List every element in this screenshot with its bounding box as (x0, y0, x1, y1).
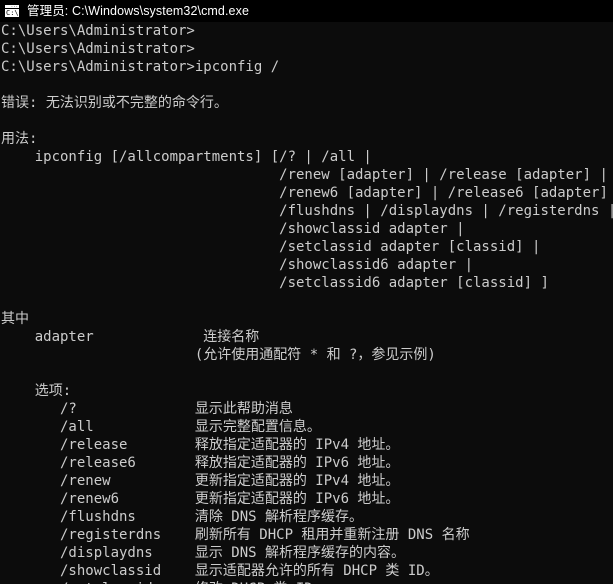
console-line: C:\Users\Administrator>ipconfig / (1, 59, 280, 75)
console-line: /all 显示完整配置信息。 (1, 419, 321, 435)
console-line: ipconfig [/allcompartments] [/? | /all | (1, 149, 372, 165)
console-line: 错误: 无法识别或不完整的命令行。 (1, 95, 228, 111)
console-line: /flushdns | /displaydns | /registerdns | (1, 203, 613, 219)
console-line: /renew [adapter] | /release [adapter] | (1, 167, 608, 183)
window-title: 管理员: C:\Windows\system32\cmd.exe (27, 4, 250, 18)
console-line: /setclassid6 adapter [classid] ] (1, 275, 549, 291)
console-line: /showclassid6 adapter | (1, 257, 474, 273)
console-line: 选项: (1, 383, 72, 399)
console-line: /showclassid adapter | (1, 221, 465, 237)
console-line: /flushdns 清除 DNS 解析程序缓存。 (1, 509, 364, 525)
console-line: C:\Users\Administrator> (1, 41, 195, 57)
console-line: 用法: (1, 131, 38, 147)
console-line: /renew 更新指定适配器的 IPv4 地址。 (1, 473, 400, 489)
console-line: /registerdns 刷新所有 DHCP 租用并重新注册 DNS 名称 (1, 527, 470, 543)
console-line: /setclassid 修改 DHCP 类 ID。 (0, 580, 613, 584)
console-line: adapter 连接名称 (1, 329, 260, 345)
console-line: /showclassid 显示适配器允许的所有 DHCP 类 ID。 (1, 563, 439, 579)
console-line: C:\Users\Administrator> (1, 23, 195, 39)
cmd-console-icon[interactable]: ··· C:\. (4, 4, 23, 18)
console-output-area[interactable]: C:\Users\Administrator> C:\Users\Administ… (0, 22, 613, 584)
console-line: /release6 释放指定适配器的 IPv6 地址。 (1, 455, 400, 471)
console-line: (允许使用通配符 * 和 ?，参见示例) (1, 347, 436, 363)
console-line: /setclassid adapter [classid] | (1, 239, 541, 255)
title-bar[interactable]: ··· C:\. 管理员: C:\Windows\system32\cmd.ex… (0, 0, 613, 22)
console-line: /renew6 更新指定适配器的 IPv6 地址。 (1, 491, 400, 507)
console-line: /renew6 [adapter] | /release6 [adapter] … (1, 185, 613, 201)
console-line: /release 释放指定适配器的 IPv4 地址。 (1, 437, 400, 453)
icon-prompt-glyph: C:\. (6, 9, 23, 17)
console-line: 其中 (1, 311, 29, 327)
console-line: /displaydns 显示 DNS 解析程序缓存的内容。 (1, 545, 406, 561)
console-line: /? 显示此帮助消息 (1, 401, 293, 417)
